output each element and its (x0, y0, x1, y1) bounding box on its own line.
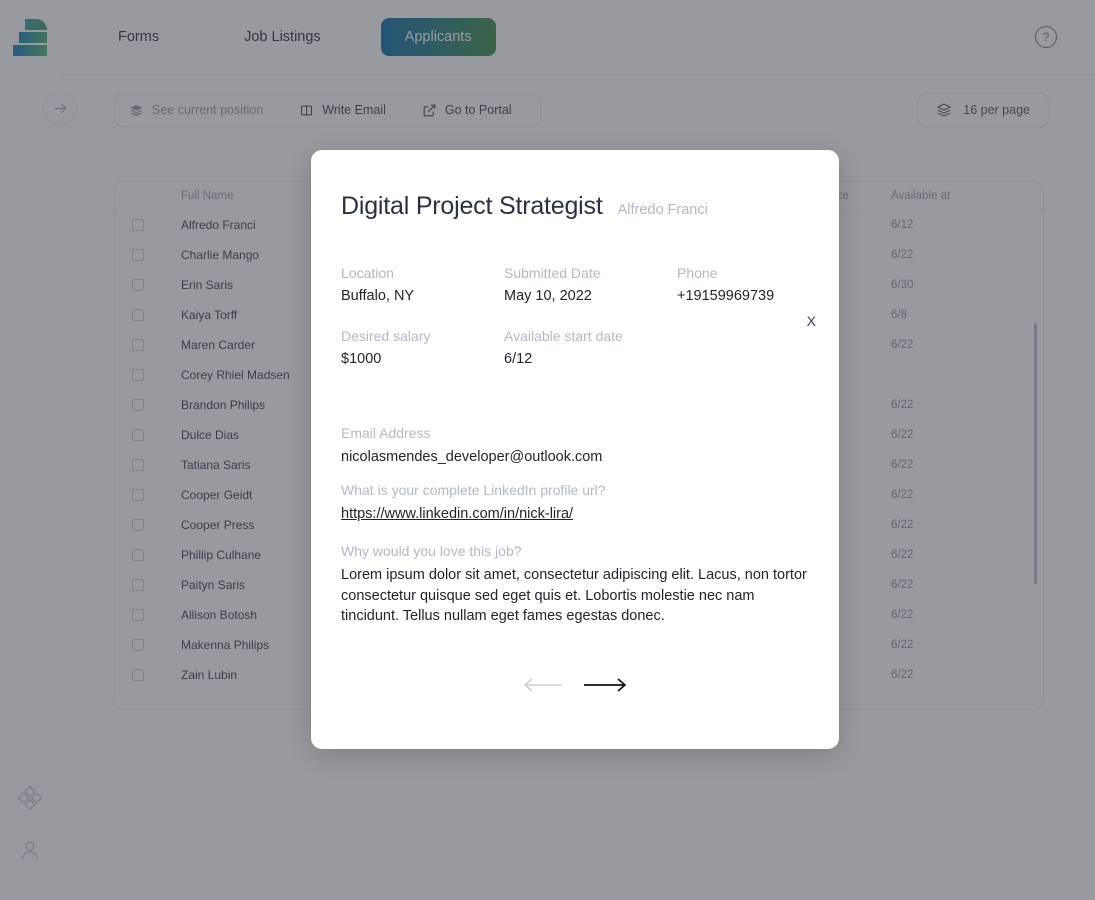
applicant-name: Alfredo Franci (617, 202, 708, 218)
field-location-label: Location (341, 265, 394, 281)
question-linkedin-label: What is your complete LinkedIn profile u… (341, 482, 606, 498)
field-phone-label: Phone (677, 265, 718, 281)
applicant-detail-modal: X Digital Project Strategist Alfredo Fra… (311, 150, 839, 749)
field-submitted-date: Submitted Date May 10, 2022 (504, 265, 677, 304)
field-available-start-date: Available start date 6/12 (504, 328, 623, 367)
field-phone: Phone +19159969739 (677, 265, 774, 304)
question-email-label: Email Address (341, 425, 431, 441)
question-email: Email Address nicolasmendes_developer@ou… (341, 425, 602, 468)
question-motivation-label: Why would you love this job? (341, 543, 522, 559)
field-location-value: Buffalo, NY (341, 288, 415, 304)
modal-navigation (311, 678, 839, 697)
field-phone-value: +19159969739 (677, 288, 775, 304)
field-submitted-date-label: Submitted Date (504, 265, 601, 281)
next-applicant-button[interactable] (583, 678, 627, 697)
field-desired-salary-label: Desired salary (341, 328, 431, 344)
modal-header: Digital Project Strategist Alfredo Franc… (341, 192, 708, 221)
field-available-start-date-value: 6/12 (504, 351, 533, 367)
page-title: Digital Project Strategist (341, 192, 603, 220)
question-motivation-value: Lorem ipsum dolor sit amet, consectetur … (341, 567, 807, 625)
question-linkedin-value[interactable]: https://www.linkedin.com/in/nick-lira/ (341, 504, 606, 525)
field-available-start-date-label: Available start date (504, 328, 623, 344)
question-motivation: Why would you love this job? Lorem ipsum… (341, 543, 811, 627)
field-location: Location Buffalo, NY (341, 265, 504, 304)
arrow-right-icon (584, 678, 627, 692)
field-submitted-date-value: May 10, 2022 (504, 288, 592, 304)
arrow-left-icon (523, 678, 562, 692)
detail-row-1: Location Buffalo, NY Submitted Date May … (341, 265, 774, 304)
close-icon[interactable]: X (807, 314, 816, 328)
field-desired-salary-value: $1000 (341, 351, 382, 367)
question-email-value: nicolasmendes_developer@outlook.com (341, 449, 603, 465)
app-root: Forms Job Listings Applicants ? See curr… (0, 0, 1095, 900)
previous-applicant-button[interactable] (523, 678, 563, 697)
question-linkedin: What is your complete LinkedIn profile u… (341, 482, 606, 525)
detail-row-2: Desired salary $1000 Available start dat… (341, 328, 623, 367)
field-desired-salary: Desired salary $1000 (341, 328, 504, 367)
